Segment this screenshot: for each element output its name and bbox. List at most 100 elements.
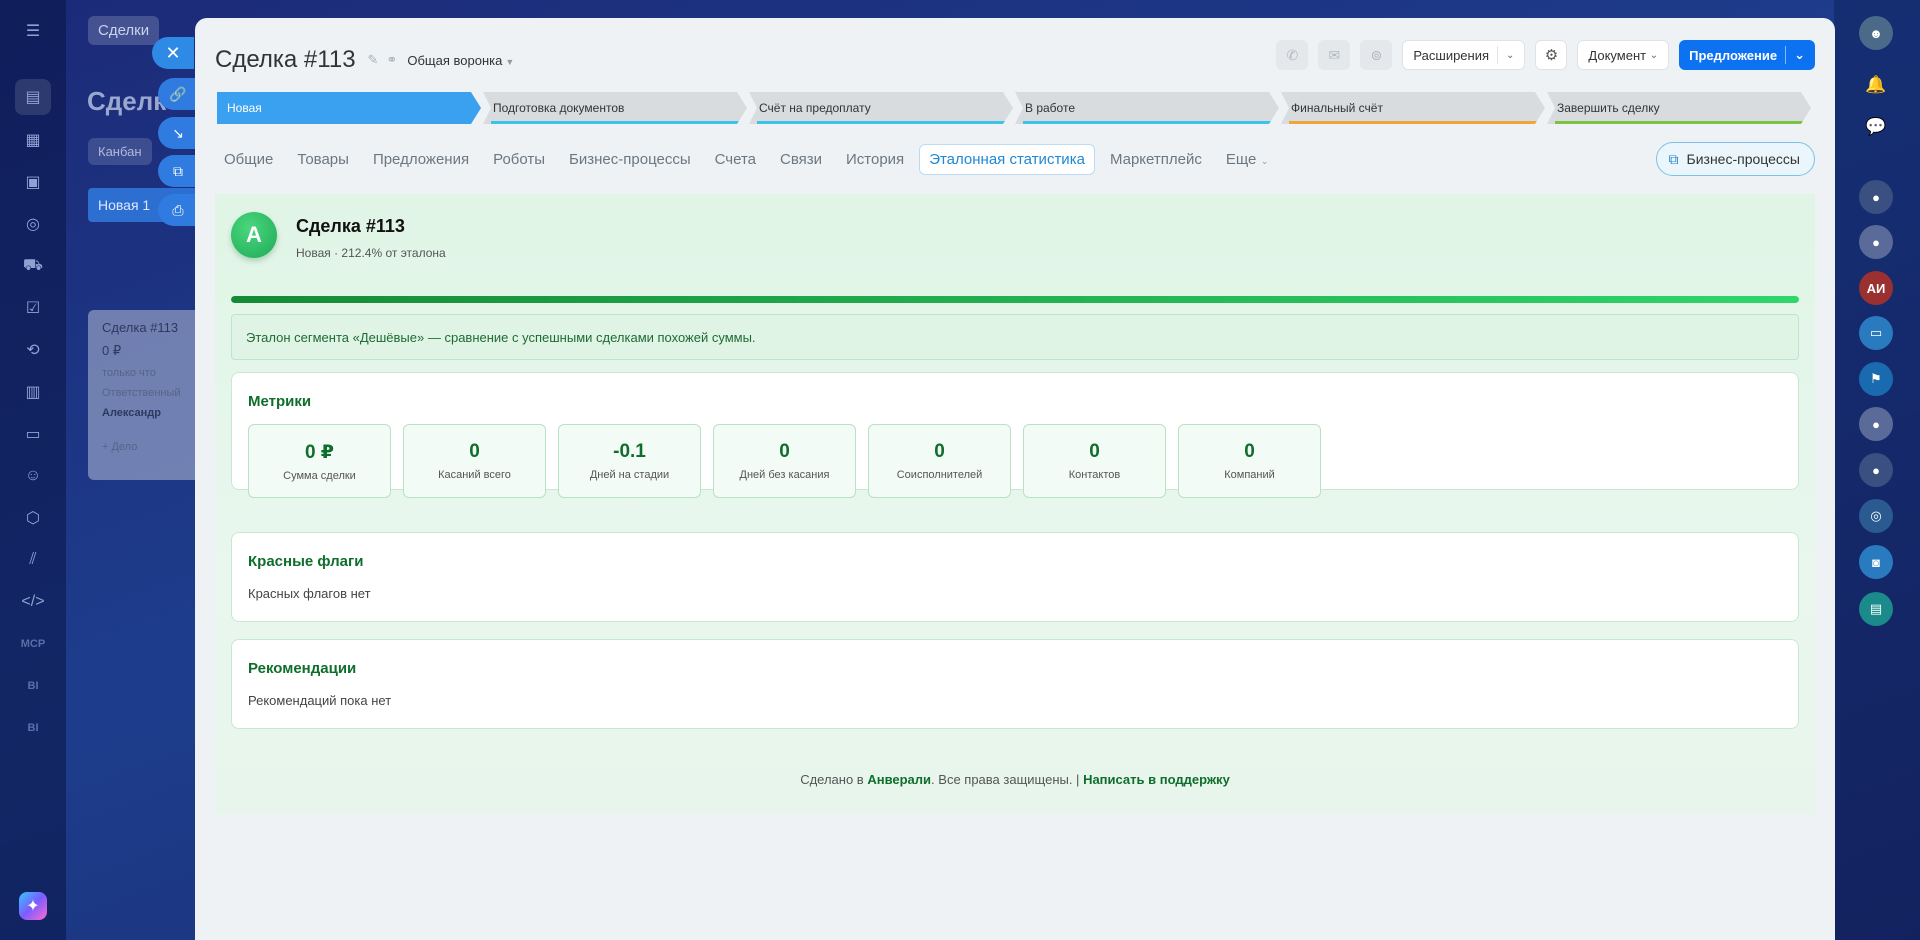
brand-link[interactable]: Анверали — [867, 772, 931, 787]
red-flags-text: Красных флагов нет — [248, 586, 371, 601]
tab-marketplace[interactable]: Маркетплейс — [1101, 145, 1211, 174]
contact-avatar-4[interactable]: ● — [1859, 453, 1893, 487]
chat-icon[interactable]: ⊚ — [1360, 40, 1393, 70]
tab-proposals[interactable]: Предложения — [364, 145, 478, 174]
mcp-icon[interactable]: MCP — [18, 629, 48, 659]
metric-label: Контактов — [1068, 469, 1121, 481]
spiral-icon[interactable]: ◎ — [1859, 499, 1893, 533]
download-icon[interactable]: ↘ — [158, 117, 198, 149]
metric-days-no-touch: 0 Дней без касания — [713, 424, 856, 498]
tab-products[interactable]: Товары — [288, 145, 358, 174]
tab-invoices[interactable]: Счета — [706, 145, 765, 174]
header-actions: ✆ ✉ ⊚ Расширения ⌄ ⚙ Документ ⌄ Предложен… — [1276, 40, 1815, 70]
bot-icon[interactable]: ◙ — [1859, 545, 1893, 579]
document-button[interactable]: Документ ⌄ — [1577, 40, 1670, 70]
stripes-icon[interactable]: ⫽ — [18, 545, 48, 575]
chevron-down-icon[interactable]: ⌄ — [1794, 47, 1805, 63]
bg-card-responsible-label: Ответственный — [102, 387, 181, 399]
calendar-icon[interactable]: ▦ — [18, 125, 48, 155]
print-icon[interactable]: ⎙ — [158, 194, 198, 226]
stage-prepayment[interactable]: Счёт на предоплату — [749, 92, 1013, 124]
phone-icon[interactable]: ✆ — [1276, 40, 1309, 70]
reference-stats-content: A Сделка #113 Новая · 212.4% от эталона … — [215, 194, 1815, 814]
cart-icon[interactable]: ⛟ — [18, 251, 48, 281]
bi-icon-2[interactable]: BI — [18, 713, 48, 743]
close-icon[interactable]: ✕ — [152, 37, 194, 69]
chat-bubble-icon[interactable]: ▭ — [1859, 316, 1893, 350]
left-sidebar: ☰ ▤ ▦ ▣ ◎ ⛟ ☑ ⟲ ▥ ▭ ☺ ⬡ ⫽ </> MCP BI BI … — [0, 0, 66, 940]
metric-days-on-stage: -0.1 Дней на стадии — [558, 424, 701, 498]
stage-new[interactable]: Новая — [217, 92, 481, 124]
tab-links[interactable]: Связи — [771, 145, 831, 174]
bg-title: Сделк — [87, 86, 167, 116]
tab-business-processes[interactable]: Бизнес-процессы — [560, 145, 700, 174]
crm-icon[interactable]: ▤ — [15, 79, 51, 115]
metric-value: 0 ₽ — [304, 442, 335, 463]
chevron-down-icon: ⌄ — [1258, 155, 1269, 166]
ai-assistant-icon[interactable]: ✦ — [19, 892, 47, 920]
tab-more-label: Еще — [1225, 150, 1257, 168]
process-icon: ⧉ — [1668, 150, 1679, 167]
metric-value: 0 — [469, 441, 480, 462]
red-flags-title: Красные флаги — [248, 553, 364, 570]
chevron-down-icon[interactable]: ⌄ — [1506, 50, 1514, 61]
bg-kanban: Канбан — [88, 138, 152, 165]
flow-icon[interactable]: ⟲ — [18, 335, 48, 365]
bell-icon[interactable]: 🔔 — [1859, 68, 1893, 102]
panel-header: Сделка #113 ✎ ⚭ Общая воронка ▼ ✆ ✉ ⊚ Рас… — [215, 40, 1815, 80]
metric-value: 0 — [1089, 441, 1100, 462]
business-processes-button[interactable]: ⧉ Бизнес-процессы — [1655, 142, 1815, 176]
chat-icon[interactable]: 💬 — [1859, 110, 1893, 144]
notebook-icon[interactable]: ▤ — [1859, 592, 1893, 626]
proposal-button[interactable]: Предложение ⌄ — [1679, 40, 1815, 70]
segment-note: Эталон сегмента «Дешёвые» — сравнение с … — [231, 314, 1799, 360]
red-flags-card: Красные флаги Красных флагов нет — [231, 532, 1799, 622]
business-processes-label: Бизнес-процессы — [1686, 151, 1800, 167]
contact-avatar-1[interactable]: ● — [1859, 180, 1893, 214]
bookmark-icon[interactable]: ⚑ — [1859, 362, 1893, 396]
link-icon[interactable]: 🔗 — [158, 78, 198, 110]
recommendations-card: Рекомендации Рекомендаций пока нет — [231, 639, 1799, 729]
menu-icon[interactable]: ☰ — [18, 16, 48, 46]
code-icon[interactable]: </> — [18, 587, 48, 617]
bg-card-amount: 0 ₽ — [102, 343, 122, 358]
footer-prefix: Сделано в — [800, 772, 868, 787]
bi-icon[interactable]: BI — [18, 671, 48, 701]
tab-more[interactable]: Еще ⌄ — [1217, 145, 1278, 174]
stage-in-work[interactable]: В работе — [1015, 92, 1279, 124]
contact-avatar-initials[interactable]: АИ — [1859, 271, 1893, 305]
target-icon[interactable]: ◎ — [18, 209, 48, 239]
funnel-selector[interactable]: Общая воронка ▼ — [407, 53, 514, 68]
user-avatar[interactable]: ☻ — [1859, 16, 1893, 50]
extensions-button[interactable]: Расширения ⌄ — [1402, 40, 1526, 70]
stage-doc-prep[interactable]: Подготовка документов — [483, 92, 747, 124]
stage-final-invoice[interactable]: Финальный счёт — [1281, 92, 1545, 124]
metric-companies: 0 Компаний — [1178, 424, 1321, 498]
sites-icon[interactable]: ▭ — [18, 419, 48, 449]
metrics-list: 0 ₽ Сумма сделки 0 Касаний всего -0.1 Дней … — [248, 424, 1798, 498]
tab-reference-stats[interactable]: Эталонная статистика — [919, 143, 1095, 175]
contact-avatar-3[interactable]: ● — [1859, 407, 1893, 441]
pencil-icon[interactable]: ✎ — [368, 52, 379, 68]
link-icon[interactable]: ⚭ — [386, 52, 397, 68]
tab-general[interactable]: Общие — [215, 145, 282, 174]
stage-complete[interactable]: Завершить сделку — [1547, 92, 1811, 124]
mail-icon[interactable]: ✉ — [1318, 40, 1351, 70]
support-link[interactable]: Написать в поддержку — [1083, 772, 1230, 787]
contact-avatar-2[interactable]: ● — [1859, 225, 1893, 259]
reference-progress-bar — [231, 296, 1799, 303]
gear-icon[interactable]: ⚙ — [1535, 40, 1568, 70]
box-icon[interactable]: ⬡ — [18, 503, 48, 533]
drive-icon[interactable]: ▣ — [18, 167, 48, 197]
metric-touches: 0 Касаний всего — [403, 424, 546, 498]
metric-value: 0 — [934, 441, 945, 462]
tab-history[interactable]: История — [837, 145, 913, 174]
metric-value: 0 — [779, 441, 790, 462]
robot-icon[interactable]: ☺ — [18, 461, 48, 491]
analytics-icon[interactable]: ▥ — [18, 377, 48, 407]
open-new-window-icon[interactable]: ⧉ — [158, 155, 198, 187]
recommendations-title: Рекомендации — [248, 660, 357, 677]
tab-robots[interactable]: Роботы — [484, 145, 554, 174]
stage-label: Новая — [227, 101, 262, 115]
tasks-icon[interactable]: ☑ — [18, 293, 48, 323]
